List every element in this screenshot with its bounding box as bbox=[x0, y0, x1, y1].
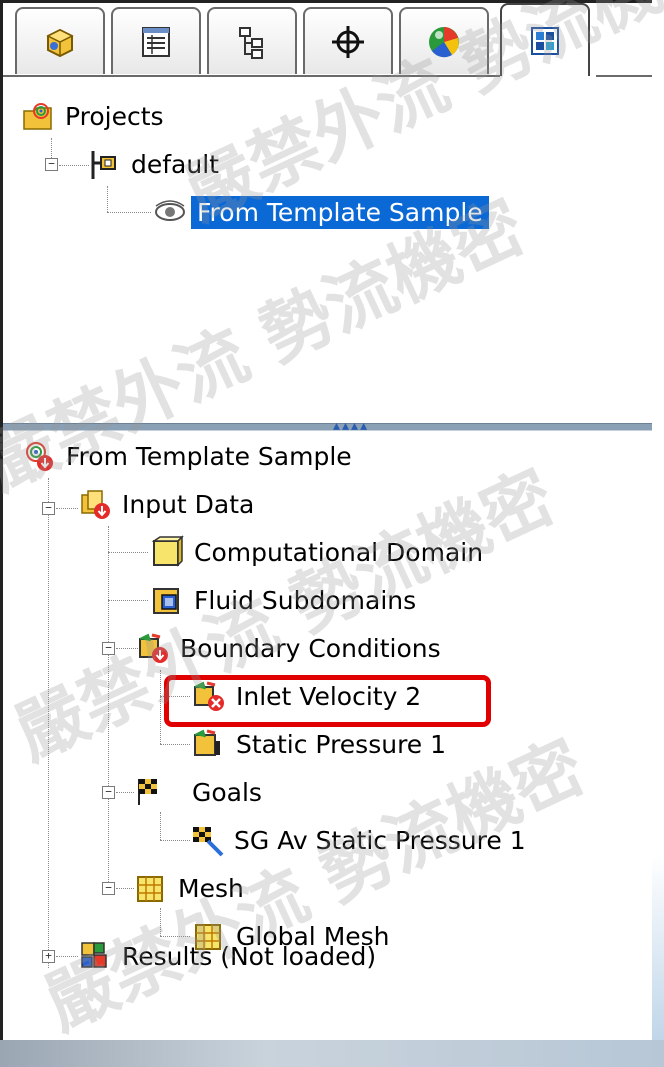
tree-label: Computational Domain bbox=[194, 537, 484, 567]
tree-connector bbox=[108, 600, 148, 601]
tree-node-results[interactable]: Results (Not loaded) bbox=[78, 936, 382, 976]
tree-connector bbox=[56, 956, 78, 957]
projects-tree-pane: Projects − default From Template Sample bbox=[3, 78, 652, 423]
tree-node-goal-item[interactable]: SG Av Static Pressure 1 bbox=[190, 820, 532, 860]
tab-baseline bbox=[3, 75, 500, 77]
tree-node-default-config[interactable]: default bbox=[87, 144, 225, 184]
tab-flow-analysis[interactable] bbox=[500, 3, 590, 76]
tab-dimxpert-manager[interactable] bbox=[303, 7, 393, 74]
tree-connector bbox=[116, 888, 134, 889]
tree-label: SG Av Static Pressure 1 bbox=[234, 825, 526, 855]
tree-connector bbox=[48, 478, 49, 968]
tree-label: Inlet Velocity 2 bbox=[236, 681, 422, 711]
tree-node-fluid-subdomains[interactable]: Fluid Subdomains bbox=[150, 580, 422, 620]
tree-label: Results (Not loaded) bbox=[122, 941, 377, 971]
collapse-toggle[interactable]: − bbox=[102, 642, 115, 655]
tree-node-mesh[interactable]: Mesh bbox=[134, 868, 250, 908]
tree-label: Mesh bbox=[178, 873, 244, 903]
collapse-toggle[interactable]: − bbox=[102, 786, 115, 799]
tree-connector bbox=[160, 744, 190, 745]
tree-label: Projects bbox=[65, 101, 164, 131]
tab-display-manager[interactable] bbox=[399, 7, 489, 74]
tree-connector bbox=[160, 908, 161, 936]
tree-label: default bbox=[131, 149, 219, 179]
tab-configuration-manager[interactable] bbox=[207, 7, 297, 74]
collapse-toggle[interactable]: − bbox=[42, 502, 55, 515]
tree-connector bbox=[107, 186, 108, 212]
configuration-icon bbox=[239, 26, 263, 59]
flow-analysis-icon bbox=[531, 26, 559, 55]
tree-connector bbox=[107, 212, 151, 213]
static-pressure-icon bbox=[194, 729, 220, 756]
expand-toggle[interactable]: + bbox=[42, 950, 55, 963]
tree-connector bbox=[59, 165, 89, 166]
tree-connector bbox=[160, 812, 161, 840]
tree-connector bbox=[160, 840, 190, 841]
tree-label: Fluid Subdomains bbox=[194, 585, 417, 615]
window-edge-decoration bbox=[0, 1040, 664, 1067]
configuration-icon bbox=[91, 151, 116, 179]
tree-label: Boundary Conditions bbox=[180, 633, 441, 663]
tree-label: From Template Sample bbox=[66, 441, 352, 471]
checkered-flag-icon bbox=[138, 779, 157, 805]
tree-label: Goals bbox=[192, 777, 262, 807]
tree-node-boundary-conditions[interactable]: Boundary Conditions bbox=[136, 628, 447, 668]
tab-baseline bbox=[596, 75, 652, 77]
tree-connector bbox=[160, 670, 161, 744]
property-manager-icon bbox=[142, 26, 170, 57]
boundary-conditions-icon bbox=[139, 633, 168, 663]
tree-connector bbox=[116, 648, 138, 649]
tree-node-project[interactable]: From Template Sample bbox=[153, 192, 489, 232]
tree-node-goals[interactable]: Goals bbox=[134, 772, 268, 812]
project-warning-icon bbox=[26, 442, 53, 471]
tree-label: Input Data bbox=[122, 489, 255, 519]
eye-icon bbox=[155, 200, 185, 221]
projects-folder-icon bbox=[23, 103, 52, 130]
dimxpert-icon bbox=[332, 25, 364, 58]
tree-node-static-pressure[interactable]: Static Pressure 1 bbox=[192, 724, 452, 764]
fluid-subdomains-icon bbox=[153, 588, 179, 614]
splitter-grip: ▴▴▴▴ bbox=[333, 418, 370, 434]
inlet-velocity-error-icon bbox=[194, 681, 224, 711]
collapse-toggle[interactable]: − bbox=[45, 158, 58, 171]
tree-label-selected: From Template Sample bbox=[191, 195, 489, 229]
goal-flag-icon bbox=[193, 827, 224, 857]
tree-node-computational-domain[interactable]: Computational Domain bbox=[150, 532, 489, 572]
input-data-icon bbox=[81, 490, 110, 519]
tree-connector bbox=[108, 526, 109, 890]
display-manager-icon bbox=[429, 26, 459, 57]
tree-label: Static Pressure 1 bbox=[236, 729, 447, 759]
tab-property-manager[interactable] bbox=[111, 7, 201, 74]
tab-part[interactable] bbox=[15, 7, 105, 74]
tree-node-inlet-velocity[interactable]: Inlet Velocity 2 bbox=[192, 676, 427, 716]
results-icon bbox=[81, 942, 107, 968]
tree-connector bbox=[56, 508, 78, 509]
tree-connector bbox=[160, 696, 190, 697]
tree-connector bbox=[51, 138, 52, 158]
tree-node-projects[interactable]: Projects bbox=[21, 96, 170, 136]
tree-node-input-data[interactable]: Input Data bbox=[78, 484, 260, 524]
computational-domain-icon bbox=[151, 535, 184, 567]
pane-splitter[interactable]: ▴▴▴▴ bbox=[3, 418, 652, 434]
manager-tab-bar bbox=[3, 3, 652, 78]
tree-node-analysis-root[interactable]: From Template Sample bbox=[22, 436, 358, 476]
tree-connector bbox=[116, 792, 134, 793]
part-icon bbox=[46, 28, 74, 57]
tree-connector bbox=[108, 552, 148, 553]
collapse-toggle[interactable]: − bbox=[102, 882, 115, 895]
mesh-icon bbox=[137, 876, 163, 902]
